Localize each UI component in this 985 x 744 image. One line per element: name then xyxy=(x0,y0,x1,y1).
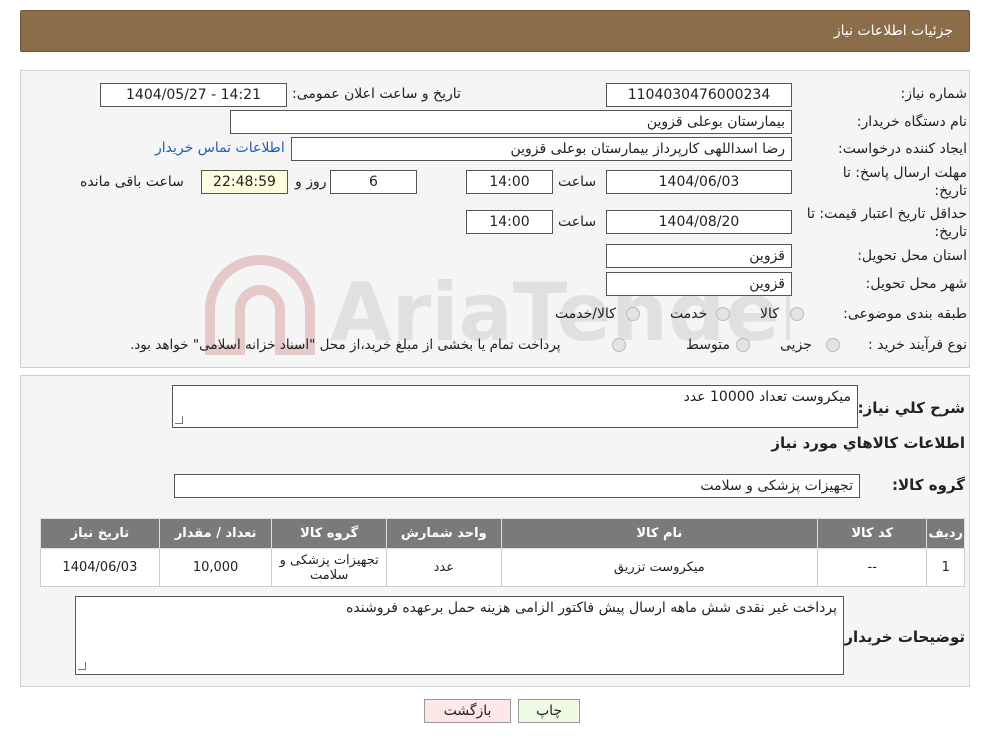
process-radio-medium[interactable] xyxy=(736,338,750,352)
need-number-field: 1104030476000234 xyxy=(606,83,792,107)
buyer-notes-label: توضیحات خریدار: xyxy=(838,628,965,646)
col-header-unit: واحد شمارش xyxy=(385,518,502,549)
deadline-label: مهلت ارسال پاسخ: تا xyxy=(842,165,967,181)
goods-info-title: اطلاعات کالاهاي مورد نياز xyxy=(771,434,965,452)
category-radio-goods[interactable] xyxy=(790,307,804,321)
page-title: جزئیات اطلاعات نیاز xyxy=(833,23,953,39)
process-option-medium: متوسط xyxy=(686,337,730,353)
process-label: نوع فرآیند خرید : xyxy=(868,337,967,353)
cell-group: تجهیزات پزشکی و سلامت xyxy=(271,548,387,587)
announce-label: تاریخ و ساعت اعلان عمومی: xyxy=(292,86,461,102)
validity-label: حداقل تاریخ اعتبار قیمت: تا xyxy=(806,206,967,222)
city-field: قزوین xyxy=(606,272,792,296)
col-header-need-date: تاریخ نیاز xyxy=(40,518,160,549)
buyer-contact-link[interactable]: اطلاعات تماس خریدار xyxy=(155,140,285,156)
days-label: روز و xyxy=(295,174,327,190)
validity-label-date: تاریخ: xyxy=(934,224,967,240)
remaining-label: ساعت باقی مانده xyxy=(80,174,184,190)
col-header-quantity: تعداد / مقدار xyxy=(158,518,273,549)
need-number-label: شماره نیاز: xyxy=(900,86,968,102)
col-header-group: گروه کالا xyxy=(271,518,387,549)
general-desc-text: میکروست تعداد 10000 عدد xyxy=(683,389,851,405)
validity-time-label: ساعت xyxy=(558,214,597,230)
table-row: 1 -- میکروست تزریق عدد تجهیزات پزشکی و س… xyxy=(40,548,965,587)
process-checkbox-treasury[interactable] xyxy=(612,338,626,352)
buyer-org-field: بیمارستان بوعلی قزوین xyxy=(230,110,792,134)
category-option-service: خدمت xyxy=(670,306,708,322)
col-header-name: نام کالا xyxy=(500,518,819,549)
deadline-time-field: 14:00 xyxy=(466,170,553,194)
category-option-goods: کالا xyxy=(760,306,779,322)
goods-group-field: تجهیزات پزشکی و سلامت xyxy=(174,474,860,498)
process-radio-minor[interactable] xyxy=(826,338,840,352)
deadline-date-field: 1404/06/03 xyxy=(606,170,792,194)
goods-table: رديف کد کالا نام کالا واحد شمارش گروه کا… xyxy=(40,518,965,587)
announce-datetime-field: 1404/05/27 - 14:21 xyxy=(100,83,287,107)
general-desc-label: شرح کلي نياز: xyxy=(857,399,965,417)
validity-date-field: 1404/08/20 xyxy=(606,210,792,234)
cell-quantity: 10,000 xyxy=(158,548,273,587)
remaining-time-field: 22:48:59 xyxy=(201,170,288,194)
province-field: قزوین xyxy=(606,244,792,268)
table-header-row: رديف کد کالا نام کالا واحد شمارش گروه کا… xyxy=(40,518,965,549)
cell-name: میکروست تزریق xyxy=(500,548,819,587)
col-header-row-number: رديف xyxy=(926,518,965,549)
cell-row-number: 1 xyxy=(926,548,965,587)
cell-unit: عدد xyxy=(385,548,502,587)
process-option-minor: جزیی xyxy=(780,337,812,353)
buyer-notes-field: پرداخت غیر نقدی شش ماهه ارسال پیش فاکتور… xyxy=(75,596,844,675)
print-button[interactable]: چاپ xyxy=(518,699,580,723)
page-header: جزئیات اطلاعات نیاز xyxy=(20,10,970,52)
back-button[interactable]: بازگشت xyxy=(424,699,511,723)
category-radio-goods-service[interactable] xyxy=(626,307,640,321)
resize-grip-icon[interactable] xyxy=(175,416,183,424)
buyer-org-label: نام دستگاه خریدار: xyxy=(856,114,967,130)
remaining-days-field: 6 xyxy=(330,170,417,194)
notes-resize-grip-icon[interactable] xyxy=(78,662,86,670)
cell-need-date: 1404/06/03 xyxy=(40,548,160,587)
cell-code: -- xyxy=(816,548,928,587)
category-option-goods-service: کالا/خدمت xyxy=(555,306,616,322)
deadline-label-date: تاریخ: xyxy=(934,183,967,199)
goods-group-label: گروه کالا: xyxy=(892,476,965,494)
creator-field: رضا اسداللهی کارپرداز بیمارستان بوعلی قز… xyxy=(291,137,792,161)
deadline-time-label: ساعت xyxy=(558,174,597,190)
city-label: شهر محل تحویل: xyxy=(865,276,967,292)
general-desc-field: میکروست تعداد 10000 عدد xyxy=(172,385,858,428)
category-radio-service[interactable] xyxy=(716,307,730,321)
col-header-code: کد کالا xyxy=(816,518,928,549)
validity-time-field: 14:00 xyxy=(466,210,553,234)
process-note: پرداخت تمام یا بخشی از مبلغ خرید،از محل … xyxy=(130,337,561,353)
creator-label: ایجاد کننده درخواست: xyxy=(838,141,967,157)
province-label: استان محل تحویل: xyxy=(857,248,967,264)
category-label: طبقه بندی موضوعی: xyxy=(843,306,967,322)
buyer-notes-text: پرداخت غیر نقدی شش ماهه ارسال پیش فاکتور… xyxy=(346,600,837,616)
